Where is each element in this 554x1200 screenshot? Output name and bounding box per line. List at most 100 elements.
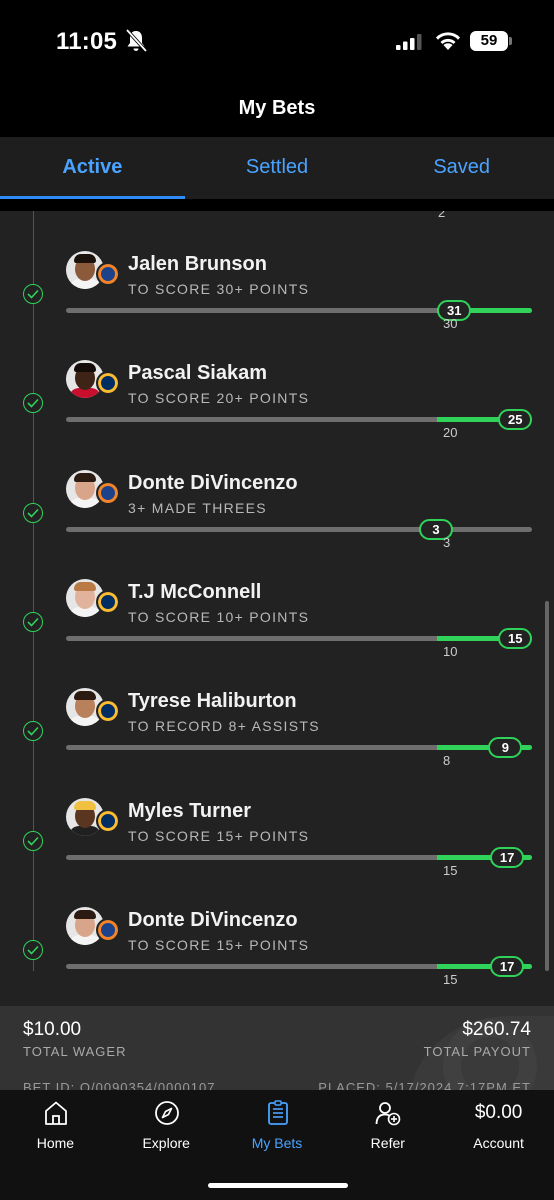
leg-won-check-icon <box>23 611 43 632</box>
leg-won-check-icon <box>23 721 43 742</box>
nav-my-bets[interactable]: My Bets <box>222 1090 333 1170</box>
team-logo-glyph <box>98 373 118 393</box>
knicks-logo-icon <box>96 480 120 505</box>
nav-refer-label: Refer <box>370 1135 405 1151</box>
wifi-icon <box>436 32 460 50</box>
nav-home[interactable]: Home <box>0 1090 111 1170</box>
leg-won-check-icon <box>23 502 43 523</box>
tab-settled[interactable]: Settled <box>185 137 370 199</box>
prop-description: TO SCORE 15+ POINTS <box>128 827 310 844</box>
pacers-logo-icon <box>96 699 120 724</box>
stat-value-pill: 15 <box>498 627 533 649</box>
nav-refer[interactable]: Refer <box>332 1090 443 1170</box>
total-payout-amount: $260.74 <box>462 1019 531 1040</box>
stat-value-pill: 17 <box>489 846 525 868</box>
scrollbar[interactable] <box>545 601 549 971</box>
stat-value-pill: 9 <box>488 737 523 759</box>
tab-saved[interactable]: Saved <box>369 137 554 199</box>
home-indicator[interactable] <box>208 1183 348 1188</box>
total-wager-amount: $10.00 <box>23 1019 82 1040</box>
player-name: Donte DiVincenzo <box>128 908 298 931</box>
bet-leg[interactable]: T.J McConnell TO SCORE 10+ POINTS 15 10 <box>0 539 554 659</box>
add-user-icon <box>375 1102 401 1126</box>
battery-indicator: 59 <box>470 31 508 51</box>
knicks-logo-icon <box>96 917 120 942</box>
tab-active[interactable]: Active <box>0 137 185 199</box>
player-name: Myles Turner <box>128 799 251 822</box>
progress-track <box>66 417 532 423</box>
bet-leg[interactable]: Donte DiVincenzo TO SCORE 15+ POINTS 17 … <box>0 867 554 987</box>
pacers-logo-icon <box>96 371 120 396</box>
player-name: Tyrese Haliburton <box>128 690 297 713</box>
status-time: 11:05 <box>56 28 118 55</box>
bet-leg[interactable]: Tyrese Haliburton TO RECORD 8+ ASSISTS 9… <box>0 648 554 768</box>
team-logo-glyph <box>98 483 118 503</box>
progress-track <box>66 963 532 969</box>
prop-description: 3+ MADE THREES <box>128 499 267 516</box>
progress-track <box>66 745 532 751</box>
bet-leg[interactable]: Myles Turner TO SCORE 15+ POINTS 17 15 <box>0 758 554 878</box>
nav-explore[interactable]: Explore <box>111 1090 222 1170</box>
player-hair <box>74 909 96 919</box>
team-logo-glyph <box>98 264 118 284</box>
total-wager-label: TOTAL WAGER <box>23 1044 127 1059</box>
bet-leg[interactable]: Pascal Siakam TO SCORE 20+ POINTS 25 20 <box>0 320 554 440</box>
nav-account-label: Account <box>473 1135 524 1151</box>
player-name: Donte DiVincenzo <box>128 471 298 494</box>
player-name: T.J McConnell <box>128 580 262 603</box>
progress-track <box>66 854 532 860</box>
team-logo-glyph <box>98 920 118 940</box>
page-title: My Bets <box>238 97 316 119</box>
pacers-logo-icon <box>96 808 120 833</box>
total-payout-label: TOTAL PAYOUT <box>423 1044 531 1059</box>
prop-description: TO RECORD 8+ ASSISTS <box>128 718 320 735</box>
cellular-signal-icon <box>396 34 422 50</box>
stat-value-pill: 17 <box>489 955 525 977</box>
prop-description: TO SCORE 30+ POINTS <box>128 281 310 297</box>
pacers-logo-icon <box>96 589 120 614</box>
battery-tip <box>509 37 512 45</box>
wager-summary: $10.00 TOTAL WAGER $260.74 TOTAL PAYOUT … <box>0 1006 554 1090</box>
account-balance: $0.00 <box>474 1102 523 1123</box>
player-hair <box>74 472 96 482</box>
bet-id: BET ID: O/0090354/0000107 <box>23 1080 216 1090</box>
stat-value-pill: 25 <box>498 409 533 431</box>
knicks-logo-icon <box>96 262 120 286</box>
bets-tabs: Active Settled Saved <box>0 137 554 199</box>
prop-description: TO SCORE 20+ POINTS <box>128 390 310 407</box>
home-icon <box>45 1101 67 1125</box>
compass-icon <box>154 1101 179 1125</box>
target-value: 15 <box>443 971 458 987</box>
status-bar: 11:05 59 <box>0 0 554 80</box>
silent-bell-icon <box>125 28 148 53</box>
leg-won-check-icon <box>23 939 43 960</box>
player-hair <box>74 691 96 701</box>
betslip-icon <box>267 1100 288 1125</box>
tabs-divider <box>0 199 554 211</box>
placed-date: PLACED: 5/17/2024 7:17PM ET <box>318 1080 531 1090</box>
team-logo-glyph <box>98 811 118 831</box>
nav-account[interactable]: $0.00 Account <box>443 1090 554 1170</box>
team-logo-glyph <box>98 701 118 721</box>
progress-track <box>66 526 532 532</box>
bet-leg[interactable]: Jalen Brunson TO SCORE 30+ POINTS 31 30 <box>0 211 554 331</box>
prop-description: TO SCORE 10+ POINTS <box>128 608 310 625</box>
player-hair <box>74 581 96 591</box>
leg-won-check-icon <box>23 284 43 304</box>
nav-explore-label: Explore <box>142 1135 190 1151</box>
progress-track <box>66 635 532 641</box>
nav-my-bets-label: My Bets <box>251 1135 303 1151</box>
page-header: My Bets <box>0 80 554 137</box>
player-name: Pascal Siakam <box>128 362 267 385</box>
player-name: Jalen Brunson <box>128 253 267 275</box>
bet-leg[interactable]: Donte DiVincenzo 3+ MADE THREES 3 3 <box>0 430 554 550</box>
nav-home-label: Home <box>36 1135 75 1151</box>
player-hair <box>74 363 96 373</box>
player-hair <box>74 254 96 263</box>
leg-won-check-icon <box>23 393 43 414</box>
prop-description: TO SCORE 15+ POINTS <box>128 936 310 953</box>
leg-won-check-icon <box>23 830 43 851</box>
bet-legs-list[interactable]: 2 Jalen Brunson TO SCORE 30+ POINTS 31 3… <box>0 211 554 1006</box>
player-hair <box>74 800 96 810</box>
team-logo-glyph <box>98 592 118 612</box>
